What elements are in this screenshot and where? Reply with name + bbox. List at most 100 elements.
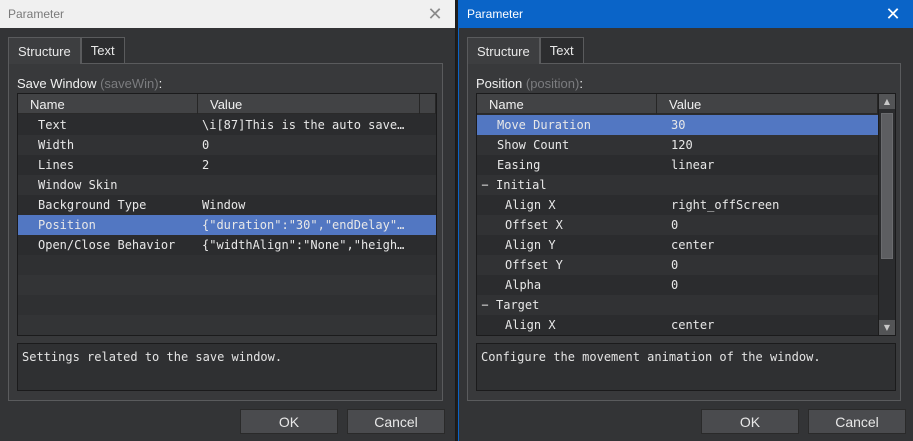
column-header-name[interactable]: Name <box>477 94 657 114</box>
table-row[interactable]: Width 0 <box>18 135 436 155</box>
close-icon[interactable]: ✕ <box>873 0 913 28</box>
row-value: 0 <box>671 218 679 232</box>
row-value: {"widthAlign":"None","heigh… <box>202 238 405 252</box>
window-title: Parameter <box>8 7 65 21</box>
structure-panel: Position (position): Name Value Move Dur… <box>467 63 901 401</box>
row-name: Offset X <box>505 218 563 232</box>
description-box: Configure the movement animation of the … <box>476 343 896 391</box>
table-row-selected[interactable]: Move Duration 30 <box>477 115 878 135</box>
tab-text[interactable]: Text <box>539 37 584 63</box>
table-row[interactable]: Offset Y 0 <box>477 255 878 275</box>
title-bar: Parameter ✕ <box>0 0 455 28</box>
row-name: Window Skin <box>38 178 118 192</box>
section-colon: : <box>158 76 163 91</box>
tab-structure[interactable]: Structure <box>467 37 540 64</box>
section-name: Position <box>476 76 526 91</box>
table-row[interactable]: Text \i[87]This is the auto save… <box>18 115 436 135</box>
empty-row <box>18 255 436 275</box>
row-name-cell: − Target <box>477 295 667 315</box>
window-title: Parameter <box>467 7 524 21</box>
section-key: (saveWin) <box>100 76 159 91</box>
ok-button[interactable]: OK <box>240 409 338 434</box>
parameter-window-right: Parameter ✕ Structure Text Position (pos… <box>458 0 913 441</box>
row-value: 120 <box>671 138 693 152</box>
row-name: Offset Y <box>505 258 563 272</box>
row-value: \i[87]This is the auto save… <box>202 118 405 132</box>
row-name: Target <box>496 298 540 312</box>
row-value: 30 <box>671 118 686 132</box>
table-row-group[interactable]: − Initial <box>477 175 878 195</box>
table-row[interactable]: Alpha 0 <box>477 275 878 295</box>
table-row[interactable]: Align X center <box>477 315 878 335</box>
row-name: Align Y <box>505 238 556 252</box>
grid-header: Name Value <box>477 94 878 114</box>
cancel-button[interactable]: Cancel <box>347 409 445 434</box>
empty-row <box>18 295 436 315</box>
collapse-icon[interactable]: − <box>481 298 489 312</box>
section-label: Save Window (saveWin): <box>17 76 162 91</box>
table-row[interactable]: Align Y center <box>477 235 878 255</box>
row-name: Align X <box>505 318 556 332</box>
row-value: 0 <box>202 138 210 152</box>
row-name: Position <box>38 218 96 232</box>
ok-button[interactable]: OK <box>701 409 799 434</box>
header-spacer <box>420 94 436 114</box>
section-name: Save Window <box>17 76 101 91</box>
close-icon[interactable]: ✕ <box>415 0 455 28</box>
table-row[interactable]: Background Type Window <box>18 195 436 215</box>
table-row[interactable]: Open/Close Behavior {"widthAlign":"None"… <box>18 235 436 255</box>
row-value: linear <box>671 158 715 172</box>
parameter-grid: Name Value Text \i[87]This is the auto s… <box>17 93 437 336</box>
row-name: Open/Close Behavior <box>38 238 176 252</box>
row-value: center <box>671 318 715 332</box>
row-name: Align X <box>505 198 556 212</box>
parameter-grid: Name Value Move Duration 30 Show Count 1… <box>476 93 896 336</box>
row-value <box>667 295 878 315</box>
tab-bar: Structure Text <box>467 37 584 64</box>
row-name: Easing <box>497 158 541 172</box>
table-row[interactable]: Show Count 120 <box>477 135 878 155</box>
grid-header: Name Value <box>18 94 436 114</box>
table-row[interactable]: Lines 2 <box>18 155 436 175</box>
section-key: (position) <box>525 76 580 91</box>
empty-row <box>18 275 436 295</box>
scroll-down-icon[interactable]: ▼ <box>879 320 895 335</box>
title-bar: Parameter ✕ <box>459 0 913 28</box>
table-row[interactable]: Easing linear <box>477 155 878 175</box>
scroll-up-icon[interactable]: ▲ <box>879 94 895 109</box>
row-name: Background Type <box>38 198 147 212</box>
table-row-group[interactable]: − Target <box>477 295 878 315</box>
row-value: 2 <box>202 158 210 172</box>
row-name: Show Count <box>497 138 570 152</box>
row-value: Window <box>202 198 246 212</box>
vertical-scrollbar[interactable]: ▲ ▼ <box>878 94 895 335</box>
cancel-button[interactable]: Cancel <box>808 409 906 434</box>
row-value: 0 <box>671 278 679 292</box>
table-row[interactable]: Offset X 0 <box>477 215 878 235</box>
row-name: Text <box>38 118 67 132</box>
row-name: Lines <box>38 158 75 172</box>
row-value: 0 <box>671 258 679 272</box>
tab-text[interactable]: Text <box>80 37 125 63</box>
row-name-cell: − Initial <box>477 175 667 195</box>
table-row[interactable]: Window Skin <box>18 175 436 195</box>
row-value: {"duration":"30","endDelay"… <box>202 218 405 232</box>
structure-panel: Save Window (saveWin): Name Value Text \… <box>8 63 443 401</box>
column-header-value[interactable]: Value <box>657 94 878 114</box>
column-header-name[interactable]: Name <box>18 94 198 114</box>
row-name: Initial <box>496 178 547 192</box>
column-header-value[interactable]: Value <box>198 94 420 114</box>
table-row-selected[interactable]: Position {"duration":"30","endDelay"… <box>18 215 436 235</box>
row-value <box>667 175 878 195</box>
section-label: Position (position): <box>476 76 583 91</box>
scrollbar-thumb[interactable] <box>881 113 893 259</box>
empty-row <box>18 315 436 335</box>
row-value: right_offScreen <box>671 198 780 212</box>
tab-structure[interactable]: Structure <box>8 37 81 64</box>
table-row[interactable]: Align X right_offScreen <box>477 195 878 215</box>
row-name: Alpha <box>505 278 542 292</box>
description-box: Settings related to the save window. <box>17 343 437 391</box>
collapse-icon[interactable]: − <box>481 178 489 192</box>
row-name: Move Duration <box>497 118 591 132</box>
parameter-window-left: Parameter ✕ Structure Text Save Window (… <box>0 0 456 441</box>
